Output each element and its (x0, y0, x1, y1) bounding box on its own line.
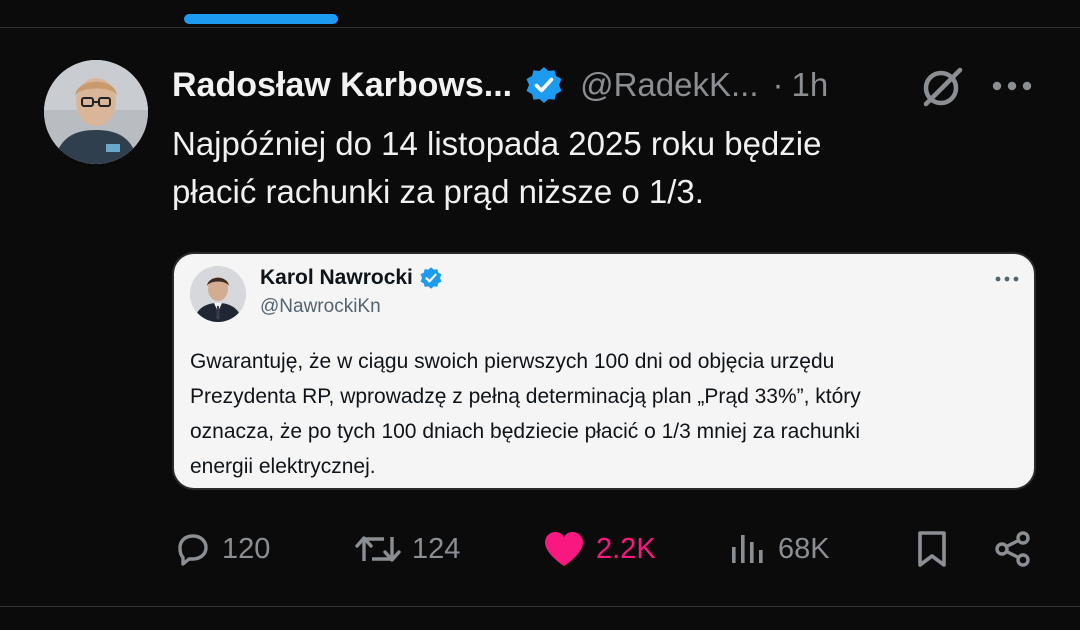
repost-button[interactable]: 124 (354, 525, 460, 573)
quote-avatar[interactable] (190, 266, 246, 322)
quote-author[interactable]: Karol Nawrocki (260, 266, 443, 290)
bookmark-icon (912, 529, 952, 569)
separator: · (772, 66, 784, 103)
like-count: 2.2K (596, 532, 656, 565)
post-text-line: Najpóźniej do 14 listopada 2025 roku będ… (172, 125, 822, 162)
views-button[interactable]: 68K (728, 525, 830, 573)
views-icon (728, 529, 768, 569)
action-bar: 120 124 2.2K 68K (172, 525, 1036, 573)
quote-text: Gwarantuję, że w ciągu swoich pierwszych… (190, 344, 1020, 484)
bookmark-button[interactable] (912, 525, 952, 573)
quote-text-line: Prezydenta RP, wprowadzę z pełną determi… (190, 385, 861, 408)
post-header: Radosław Karbows... @RadekK... · 1h (172, 62, 828, 108)
divider (0, 606, 1080, 607)
more-icon[interactable] (988, 72, 1036, 100)
divider (0, 27, 1080, 28)
views-count: 68K (778, 532, 830, 565)
repost-count: 124 (412, 532, 461, 565)
post-text: Najpóźniej do 14 listopada 2025 roku będ… (172, 120, 1032, 216)
more-icon[interactable] (994, 272, 1020, 284)
heart-icon (542, 529, 586, 569)
tab-indicator (184, 14, 338, 24)
like-button[interactable]: 2.2K (542, 525, 656, 573)
timestamp[interactable]: 1h (792, 66, 829, 104)
avatar[interactable] (44, 60, 148, 164)
share-icon (992, 529, 1034, 569)
reply-icon (172, 529, 212, 569)
quoted-post[interactable]: Karol Nawrocki @NawrockiKn Gwarantuję, ż… (172, 252, 1036, 490)
reply-button[interactable]: 120 (172, 525, 270, 573)
grok-icon[interactable] (918, 62, 966, 110)
post-text-line: płacić rachunki za prąd niższe o 1/3. (172, 173, 704, 210)
repost-icon (354, 529, 402, 569)
reply-count: 120 (222, 532, 271, 565)
quote-handle[interactable]: @NawrockiKn (260, 296, 381, 318)
author-handle[interactable]: @RadekK... (580, 66, 758, 104)
quote-text-line: oznacza, że po tych 100 dniach będziecie… (190, 420, 861, 443)
verified-badge-icon (524, 65, 564, 105)
share-button[interactable] (992, 525, 1034, 573)
verified-badge-icon (419, 266, 443, 290)
quote-text-line: energii elektrycznej. (190, 455, 376, 478)
quote-author-name[interactable]: Karol Nawrocki (260, 266, 413, 290)
quote-text-line: Gwarantuję, że w ciągu swoich pierwszych… (190, 350, 835, 373)
author-name[interactable]: Radosław Karbows... (172, 66, 512, 105)
